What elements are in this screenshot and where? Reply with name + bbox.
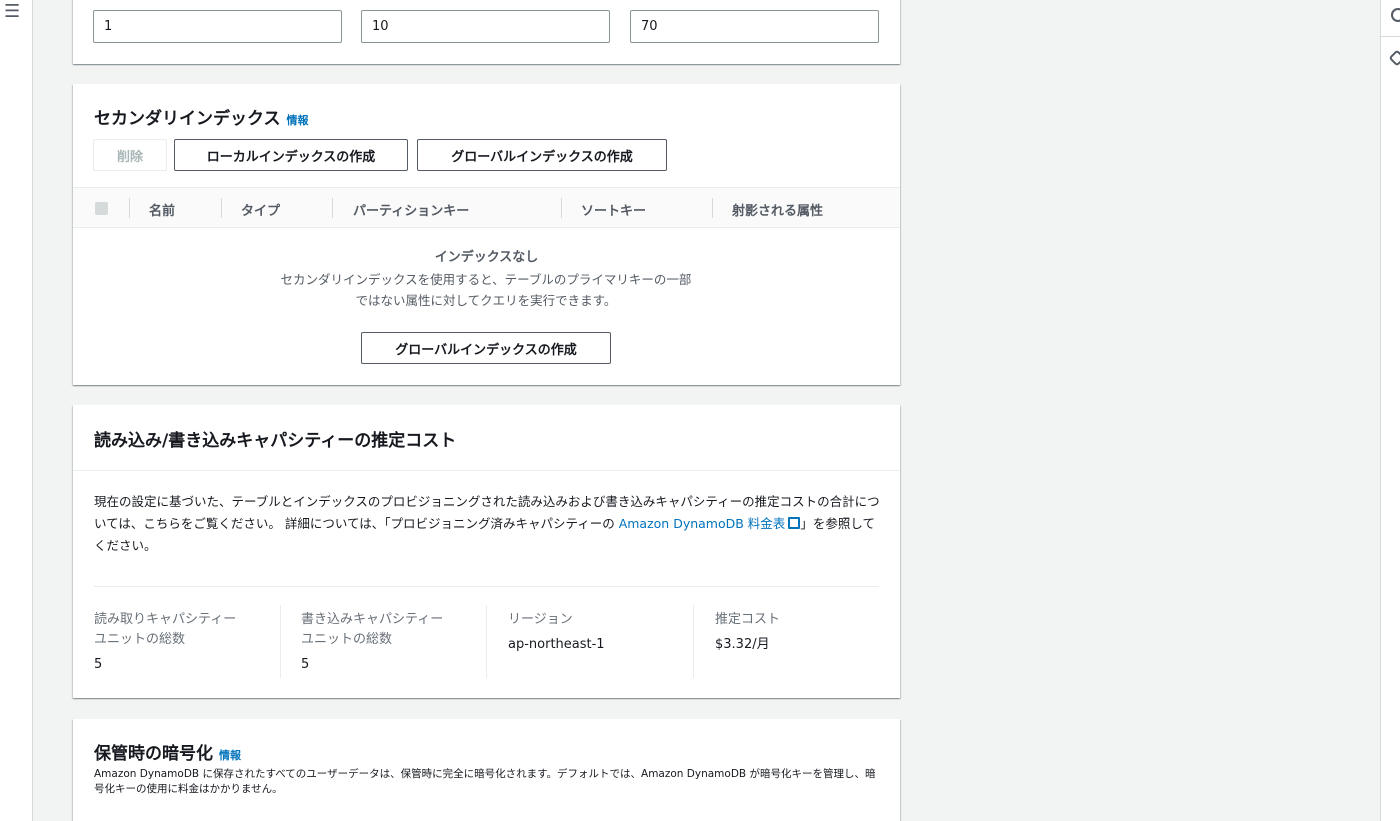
write-capacity-value: 5 xyxy=(301,657,310,672)
settings-icon[interactable] xyxy=(1388,49,1400,67)
estimated-cost-value: $3.32/月 xyxy=(715,637,770,652)
region-field: リージョン ap-northeast-1 xyxy=(508,609,698,656)
column-divider xyxy=(332,198,333,218)
encryption-title: 保管時の暗号化 情報 xyxy=(94,739,241,764)
region-label: リージョン xyxy=(508,612,573,627)
right-utility-rail xyxy=(1380,0,1400,821)
target-utilization-input[interactable] xyxy=(630,10,879,43)
read-capacity-value: 5 xyxy=(94,657,103,672)
cost-card-title: 読み込み/書き込みキャパシティーの推定コスト xyxy=(94,431,457,451)
empty-create-global-index-button[interactable]: グローバルインデックスの作成 xyxy=(361,332,611,364)
read-capacity-total: 読み取りキャパシティー ユニットの総数 5 xyxy=(94,609,284,676)
region-value: ap-northeast-1 xyxy=(508,637,605,652)
estimated-cost-label: 推定コスト xyxy=(715,612,781,627)
capacity-settings-card xyxy=(73,0,900,64)
column-header-projected-attributes[interactable]: 射影される属性 xyxy=(732,200,823,219)
delete-index-button[interactable]: 削除 xyxy=(93,139,167,171)
column-header-partition-key[interactable]: パーティションキー xyxy=(353,200,469,219)
read-capacity-label-2: ユニットの総数 xyxy=(94,632,186,647)
info-link[interactable]: 情報 xyxy=(219,749,241,762)
section-title-text: セカンダリインデックス xyxy=(94,109,281,129)
info-link[interactable]: 情報 xyxy=(287,114,309,127)
column-divider xyxy=(712,198,713,218)
cost-card-header: 読み込み/書き込みキャパシティーの推定コスト xyxy=(73,405,900,471)
pricing-link-text[interactable]: Amazon DynamoDB 料金表 xyxy=(619,516,786,531)
cost-description: 現在の設定に基づいた、テーブルとインデックスのプロビジョニングされた読み込みおよ… xyxy=(94,491,884,557)
create-local-index-button[interactable]: ローカルインデックスの作成 xyxy=(174,139,408,171)
estimated-cost-card: 読み込み/書き込みキャパシティーの推定コスト 現在の設定に基づいた、テーブルとイ… xyxy=(73,405,900,698)
rail-divider xyxy=(1381,36,1400,37)
cost-divider xyxy=(94,586,879,587)
estimated-cost-field: 推定コスト $3.32/月 xyxy=(715,609,905,656)
secondary-indexes-title: セカンダリインデックス 情報 xyxy=(94,104,309,129)
column-divider xyxy=(221,198,222,218)
max-capacity-units-input[interactable] xyxy=(361,10,610,43)
write-capacity-total: 書き込みキャパシティー ユニットの総数 5 xyxy=(301,609,491,676)
kv-separator xyxy=(486,605,487,678)
index-table-header: 名前 タイプ パーティションキー ソートキー 射影される属性 xyxy=(73,187,900,228)
empty-state-title: インデックスなし xyxy=(434,250,539,265)
column-header-name[interactable]: 名前 xyxy=(149,200,175,219)
column-header-sort-key[interactable]: ソートキー xyxy=(581,200,646,219)
select-all-checkbox[interactable] xyxy=(95,202,108,215)
menu-icon[interactable]: ☰ xyxy=(4,3,20,21)
kv-separator xyxy=(693,605,694,678)
write-capacity-label-2: ユニットの総数 xyxy=(301,632,393,647)
min-capacity-units-input[interactable] xyxy=(93,10,342,43)
encryption-at-rest-card: 保管時の暗号化 情報 Amazon DynamoDB に保存されたすべてのユーザー… xyxy=(73,719,900,821)
encryption-title-text: 保管時の暗号化 xyxy=(94,744,213,764)
write-capacity-label-1: 書き込みキャパシティー xyxy=(301,612,444,627)
column-header-type[interactable]: タイプ xyxy=(241,200,280,219)
empty-state-description: セカンダリインデックスを使用すると、テーブルのプライマリキーの一部ではない属性に… xyxy=(280,272,692,308)
column-divider xyxy=(129,198,130,218)
column-divider xyxy=(561,198,562,218)
read-capacity-label-1: 読み取りキャパシティー xyxy=(94,612,237,627)
left-navigation-rail: ☰ xyxy=(0,0,33,821)
encryption-description: Amazon DynamoDB に保存されたすべてのユーザーデータは、保管時に完… xyxy=(94,768,876,795)
create-global-index-button[interactable]: グローバルインデックスの作成 xyxy=(417,139,667,171)
pricing-link[interactable]: Amazon DynamoDB 料金表 xyxy=(619,516,801,531)
info-circle-icon[interactable] xyxy=(1391,8,1400,22)
external-link-icon[interactable] xyxy=(788,517,801,529)
kv-separator xyxy=(280,605,281,678)
secondary-indexes-card: セカンダリインデックス 情報 削除 ローカルインデックスの作成 グローバルインデッ… xyxy=(73,84,900,385)
